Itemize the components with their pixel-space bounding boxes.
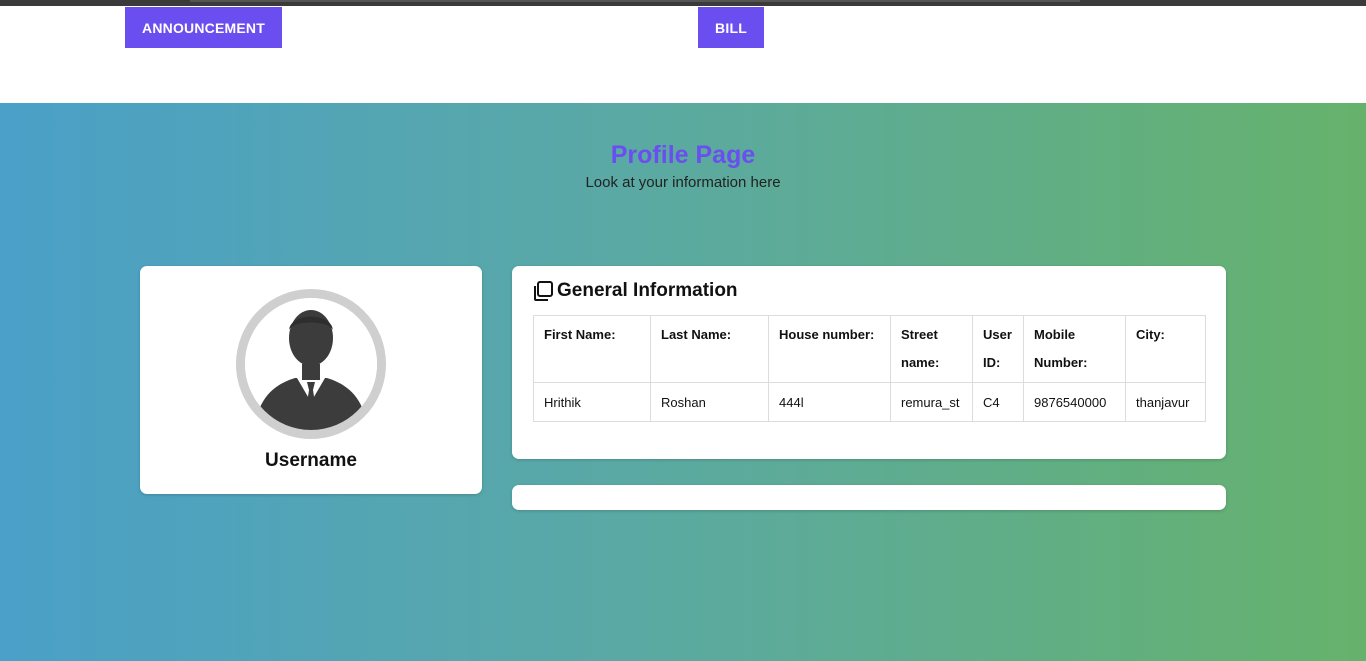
cell-user-id: C4	[972, 382, 1024, 422]
avatar-graphic	[245, 298, 377, 430]
col-house-number: House number:	[768, 315, 891, 383]
col-mobile-number: Mobile Number:	[1023, 315, 1126, 383]
user-silhouette-icon	[236, 289, 386, 439]
info-table: First Name: Last Name: House number: Str…	[533, 315, 1206, 422]
cell-first-name: Hrithik	[533, 382, 651, 422]
table-header-row: First Name: Last Name: House number: Str…	[533, 315, 1206, 383]
secondary-card	[512, 485, 1226, 510]
cell-city: thanjavur	[1125, 382, 1206, 422]
username-label: Username	[265, 450, 357, 471]
cell-mobile-number: 9876540000	[1023, 382, 1126, 422]
col-user-id: User ID:	[972, 315, 1024, 383]
col-city: City:	[1125, 315, 1206, 383]
col-first-name: First Name:	[533, 315, 651, 383]
profile-card: Username	[140, 266, 482, 494]
cell-last-name: Roshan	[650, 382, 769, 422]
table-row: Hrithik Roshan 444l remura_st C4 9876540…	[533, 382, 1206, 422]
cell-street-name: remura_st	[890, 382, 973, 422]
general-info-title: General Information	[557, 280, 738, 301]
copy-icon	[532, 280, 554, 302]
page-subtitle: Look at your information here	[585, 174, 781, 191]
col-street-name: Street name:	[890, 315, 973, 383]
announcement-button[interactable]: ANNOUNCEMENT	[125, 7, 282, 48]
bill-button[interactable]: BILL	[698, 7, 764, 48]
top-scroll-line	[190, 0, 1080, 2]
profile-section: Profile Page Look at your information he…	[0, 103, 1366, 661]
col-last-name: Last Name:	[650, 315, 769, 383]
general-info-card: General Information First Name: Last Nam…	[512, 266, 1226, 459]
cell-house-number: 444l	[768, 382, 891, 422]
general-info-heading: General Information	[532, 280, 738, 302]
top-bar	[0, 0, 1366, 6]
page-title: Profile Page	[610, 141, 756, 169]
